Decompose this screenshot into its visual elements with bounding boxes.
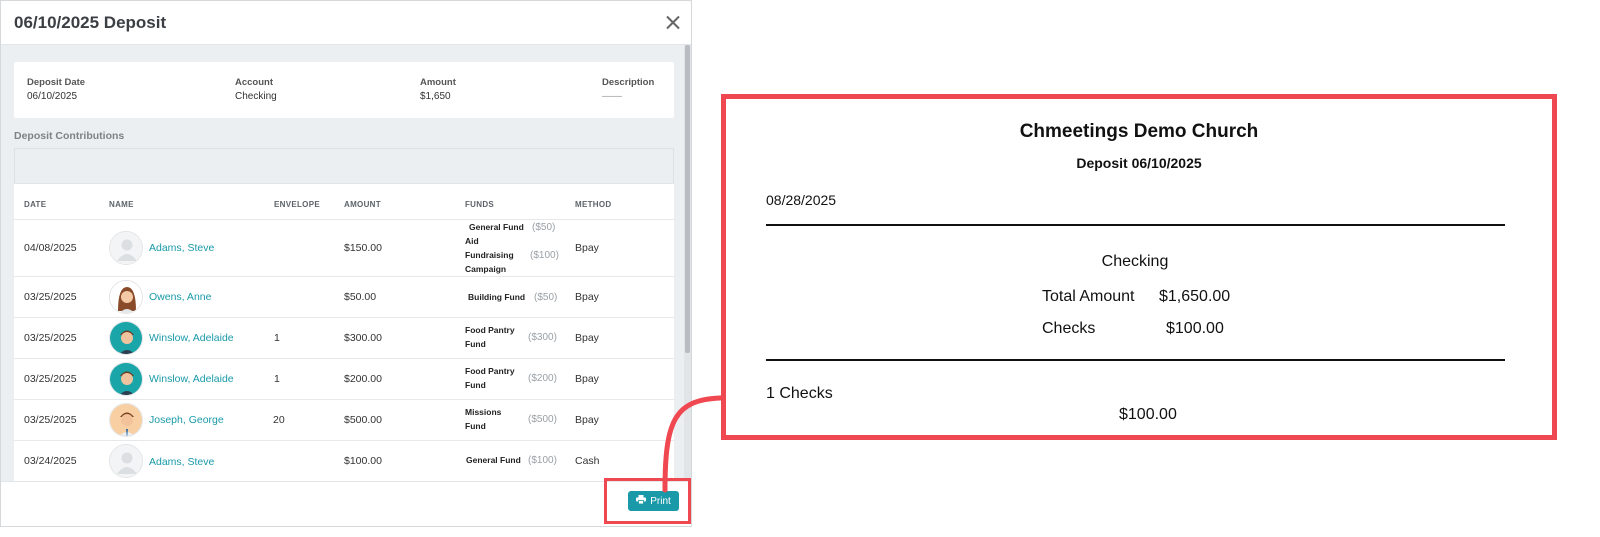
preview-deposit-title: Deposit 06/10/2025	[1076, 155, 1202, 171]
total-amount-value: $1,650.00	[1159, 288, 1231, 305]
checks-value: $100.00	[1166, 320, 1224, 337]
checks-count: 1 Checks	[766, 385, 833, 402]
checks-label: Checks	[1042, 320, 1096, 337]
print-preview: Chmeetings Demo Church Deposit 06/10/202…	[721, 94, 1557, 440]
divider	[766, 359, 1505, 361]
preview-account: Checking	[1101, 253, 1169, 270]
checks-total: $100.00	[1119, 406, 1177, 423]
total-amount-label: Total Amount	[1042, 288, 1135, 305]
divider	[766, 224, 1505, 226]
print-date: 08/28/2025	[766, 192, 837, 208]
church-name: Chmeetings Demo Church	[1019, 121, 1259, 142]
